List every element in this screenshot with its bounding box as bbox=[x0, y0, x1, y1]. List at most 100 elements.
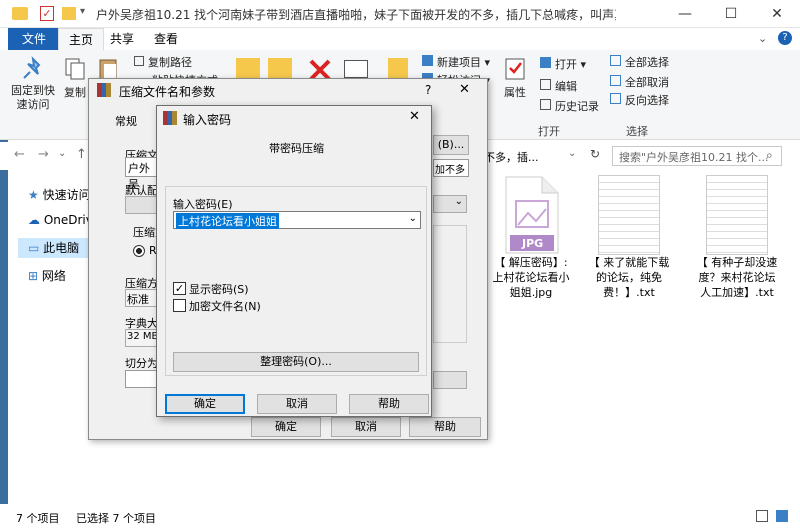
password-input[interactable]: 上村花论坛看小姐姐 ⌄ bbox=[173, 211, 421, 229]
pin-icon bbox=[23, 56, 41, 79]
new-folder-qat-icon[interactable] bbox=[62, 7, 76, 20]
tab-view[interactable]: 查看 bbox=[144, 28, 188, 50]
archive-cancel-button[interactable]: 取消 bbox=[331, 417, 401, 437]
copy-path-icon bbox=[134, 56, 144, 66]
method-select[interactable]: 标准 bbox=[125, 289, 159, 307]
txt-file-icon bbox=[598, 175, 660, 255]
selected-count: 已选择 7 个项目 bbox=[76, 512, 156, 525]
ribbon-expand-icon[interactable]: ⌄ bbox=[758, 32, 767, 45]
method-value: 标准 bbox=[127, 293, 149, 306]
invert-selection-label: 反向选择 bbox=[625, 94, 669, 107]
file-name: 【 来了就能下载 的论坛，纯免 费！】.txt bbox=[588, 256, 670, 299]
tab-general[interactable]: 常规 bbox=[115, 113, 137, 129]
properties-label: 属性 bbox=[504, 86, 526, 99]
tab-file[interactable]: 文件 bbox=[8, 28, 60, 50]
archive-close-button[interactable]: ✕ bbox=[459, 82, 470, 97]
select-none-icon bbox=[610, 75, 621, 86]
maximize-button[interactable]: ☐ bbox=[708, 0, 754, 28]
forward-icon[interactable]: → bbox=[38, 147, 49, 162]
encrypt-names-checkbox[interactable] bbox=[173, 299, 186, 312]
pin-label: 固定到快 速访问 bbox=[11, 84, 55, 111]
password-ok-button[interactable]: 确定 bbox=[165, 394, 245, 414]
qat-dropdown-icon[interactable]: ▾ bbox=[80, 6, 85, 17]
copy-path-label: 复制路径 bbox=[148, 56, 192, 69]
back-icon[interactable]: ← bbox=[14, 147, 25, 162]
address-dropdown-icon[interactable]: ⌄ bbox=[568, 148, 576, 159]
ribbon-tabs: 文件 主页 共享 查看 ⌄ ? bbox=[0, 28, 800, 50]
split-input[interactable] bbox=[125, 370, 159, 388]
copy-path-button[interactable]: 复制路径 bbox=[134, 54, 192, 70]
checkmark-qat-icon[interactable]: ✓ bbox=[40, 6, 54, 21]
archive-ok-button[interactable]: 确定 bbox=[251, 417, 321, 437]
minimize-button[interactable]: — bbox=[662, 0, 708, 28]
help-icon[interactable]: ? bbox=[778, 31, 792, 45]
new-item-label: 新建项目 bbox=[437, 56, 481, 69]
password-cancel-button[interactable]: 取消 bbox=[257, 394, 337, 414]
tiles-view-icon[interactable] bbox=[776, 510, 788, 522]
pin-quick-access-button[interactable]: 固定到快 速访问 bbox=[10, 56, 56, 112]
rar-radio[interactable] bbox=[133, 245, 145, 257]
nav-network[interactable]: ⊞ 网络 bbox=[28, 267, 66, 284]
encrypt-names-label: 加密文件名(N) bbox=[189, 300, 261, 313]
nav-quick-access[interactable]: ★ 快速访问 bbox=[28, 186, 91, 203]
tab-home[interactable]: 主页 bbox=[58, 28, 105, 50]
winrar-icon bbox=[163, 111, 177, 125]
dictionary-select[interactable]: 32 MB bbox=[125, 329, 159, 347]
archive-help-button[interactable]: ? bbox=[425, 83, 431, 97]
copy-icon bbox=[65, 58, 85, 80]
window-title: 户外吴彦祖10.21 找个河南妹子带到酒店直播啪啪，妹子下面被开发的不多，插几下… bbox=[96, 8, 616, 22]
file-item[interactable]: 【 有种子却没速 度？来村花论坛 人工加速】.txt bbox=[694, 175, 780, 300]
show-password-label: 显示密码(S) bbox=[189, 283, 249, 296]
open-button[interactable]: 打开 ▾ bbox=[540, 56, 586, 72]
file-name: 【 有种子却没速 度？来村花论坛 人工加速】.txt bbox=[696, 256, 778, 299]
computer-icon: ▭ bbox=[28, 241, 40, 255]
extra-button[interactable] bbox=[433, 371, 467, 389]
options-panel bbox=[433, 225, 467, 343]
refresh-icon[interactable]: ↻ bbox=[590, 147, 600, 161]
invert-selection-button[interactable]: 反向选择 bbox=[610, 92, 669, 108]
history-label: 历史记录 bbox=[555, 100, 599, 113]
search-icon[interactable]: ⌕ bbox=[766, 148, 773, 163]
recent-dropdown-icon[interactable]: ⌄ bbox=[58, 148, 66, 159]
search-input[interactable]: 搜索"户外吴彦祖10.21 找个... bbox=[612, 146, 782, 166]
copy-label: 复制 bbox=[64, 86, 86, 99]
folder-icon bbox=[12, 7, 28, 20]
password-heading: 带密码压缩 bbox=[269, 142, 324, 155]
edit-button[interactable]: 编辑 bbox=[540, 78, 577, 94]
archive-dialog-title: 压缩文件名和参数 bbox=[119, 85, 216, 99]
new-item-icon bbox=[422, 55, 433, 66]
password-dropdown-icon[interactable]: ⌄ bbox=[409, 213, 417, 224]
profile-button[interactable] bbox=[125, 196, 159, 214]
nav-network-label: 网络 bbox=[41, 269, 66, 283]
copy-button[interactable]: 复制 bbox=[60, 56, 90, 100]
organize-passwords-button[interactable]: 整理密码(O)... bbox=[173, 352, 419, 372]
open-icon bbox=[540, 57, 551, 68]
up-icon[interactable]: ↑ bbox=[76, 147, 87, 162]
open-group-label: 打开 bbox=[538, 125, 560, 138]
browse-button[interactable]: (B)... bbox=[433, 135, 469, 155]
profile-dropdown[interactable]: ⌄ bbox=[433, 195, 467, 213]
close-button[interactable]: ✕ bbox=[754, 0, 800, 28]
file-item[interactable]: 【 来了就能下载 的论坛，纯免 费！】.txt bbox=[586, 175, 672, 300]
new-item-button[interactable]: 新建项目 ▾ bbox=[422, 54, 490, 70]
status-bar: 7 个项目 已选择 7 个项目 bbox=[0, 504, 800, 531]
update-mode-select[interactable]: 加不多 bbox=[433, 159, 469, 177]
password-help-button[interactable]: 帮助 bbox=[349, 394, 429, 414]
properties-button[interactable]: 属性 bbox=[498, 56, 532, 100]
history-button[interactable]: 历史记录 bbox=[540, 98, 599, 114]
details-view-icon[interactable] bbox=[756, 510, 768, 522]
show-password-checkbox[interactable]: ✓ bbox=[173, 282, 186, 295]
tab-share[interactable]: 共享 bbox=[100, 28, 144, 50]
archive-name-input[interactable]: 户外吴 bbox=[125, 157, 159, 191]
select-all-button[interactable]: 全部选择 bbox=[610, 54, 669, 70]
select-none-button[interactable]: 全部取消 bbox=[610, 74, 669, 90]
password-close-button[interactable]: ✕ bbox=[409, 109, 420, 124]
rename-icon[interactable] bbox=[344, 60, 368, 78]
archive-help-btn[interactable]: 帮助 bbox=[409, 417, 481, 437]
explorer-titlebar: ✓ ▾ 户外吴彦祖10.21 找个河南妹子带到酒店直播啪啪，妹子下面被开发的不多… bbox=[0, 0, 800, 28]
history-icon bbox=[540, 99, 551, 110]
file-item[interactable]: JPG 【 解压密码】: 上村花论坛看小 姐姐.jpg bbox=[488, 175, 574, 300]
password-dialog: 输入密码 ✕ 带密码压缩 输入密码(E) 上村花论坛看小姐姐 ⌄ ✓ 显示密码(… bbox=[156, 105, 432, 417]
address-path[interactable]: 不多，插... bbox=[484, 149, 539, 165]
open-label: 打开 bbox=[555, 58, 577, 71]
